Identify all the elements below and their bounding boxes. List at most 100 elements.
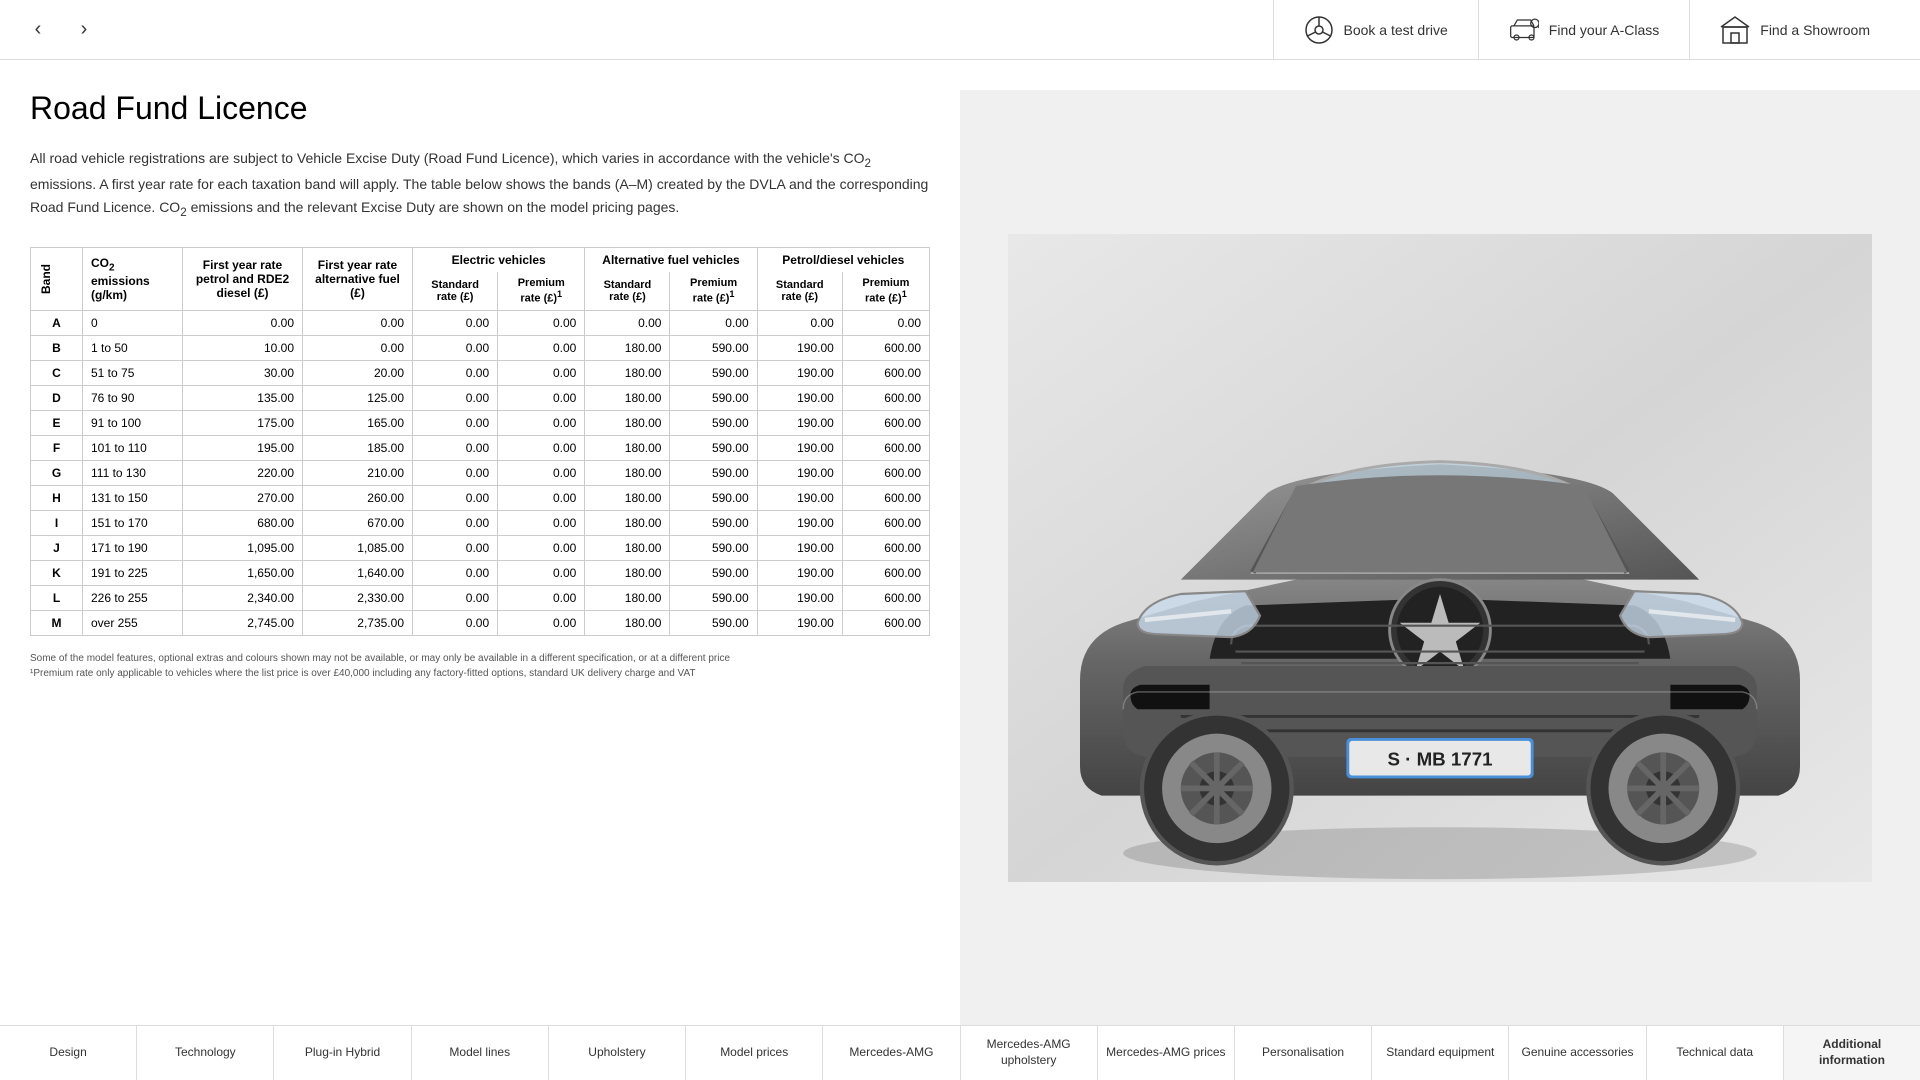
- petrol-diesel-group-header: Petrol/diesel vehicles: [757, 248, 929, 273]
- ev-std-cell: 0.00: [413, 410, 498, 435]
- pd-std-cell: 190.00: [757, 535, 842, 560]
- band-cell: A: [31, 310, 83, 335]
- content-left: Road Fund Licence All road vehicle regis…: [0, 90, 960, 1025]
- bottom-nav-item-mercedes-amg[interactable]: Mercedes-AMG: [823, 1026, 960, 1080]
- next-arrow[interactable]: ›: [66, 12, 102, 48]
- band-cell: B: [31, 335, 83, 360]
- petrol-cell: 135.00: [183, 385, 303, 410]
- afv-prem-cell: 590.00: [670, 535, 757, 560]
- bottom-nav-item-model-prices[interactable]: Model prices: [686, 1026, 823, 1080]
- bottom-nav-item-personalisation[interactable]: Personalisation: [1235, 1026, 1372, 1080]
- car-image: S · MB 1771: [1008, 234, 1872, 882]
- bottom-nav-item-upholstery[interactable]: Upholstery: [549, 1026, 686, 1080]
- table-row: K 191 to 225 1,650.00 1,640.00 0.00 0.00…: [31, 560, 930, 585]
- bottom-nav-item-mercedes-amg-prices[interactable]: Mercedes-AMG prices: [1098, 1026, 1235, 1080]
- ev-prem-cell: 0.00: [498, 585, 585, 610]
- ev-prem-cell: 0.00: [498, 385, 585, 410]
- petrol-cell: 1,095.00: [183, 535, 303, 560]
- bottom-nav-item-design[interactable]: Design: [0, 1026, 137, 1080]
- bottom-nav: DesignTechnologyPlug-in HybridModel line…: [0, 1025, 1920, 1080]
- table-row: D 76 to 90 135.00 125.00 0.00 0.00 180.0…: [31, 385, 930, 410]
- bottom-nav-item-model-lines[interactable]: Model lines: [412, 1026, 549, 1080]
- afv-prem-cell: 590.00: [670, 485, 757, 510]
- petrol-cell: 195.00: [183, 435, 303, 460]
- ev-prem-cell: 0.00: [498, 435, 585, 460]
- bottom-nav-item-additional-information[interactable]: Additional information: [1784, 1026, 1920, 1080]
- pd-std-cell: 190.00: [757, 460, 842, 485]
- bottom-nav-item-technology[interactable]: Technology: [137, 1026, 274, 1080]
- band-cell: L: [31, 585, 83, 610]
- petrol-cell: 10.00: [183, 335, 303, 360]
- co2-cell: over 255: [83, 610, 183, 635]
- ev-prem-cell: 0.00: [498, 485, 585, 510]
- afv-prem-cell: 590.00: [670, 560, 757, 585]
- pd-prem-cell: 600.00: [842, 360, 929, 385]
- co2-cell: 101 to 110: [83, 435, 183, 460]
- afv-std-cell: 180.00: [585, 535, 670, 560]
- afv-prem-cell: 590.00: [670, 585, 757, 610]
- afv-std-cell: 180.00: [585, 510, 670, 535]
- band-cell: J: [31, 535, 83, 560]
- pd-prem-cell: 600.00: [842, 410, 929, 435]
- table-row: J 171 to 190 1,095.00 1,085.00 0.00 0.00…: [31, 535, 930, 560]
- pd-std-cell: 0.00: [757, 310, 842, 335]
- find-showroom-btn[interactable]: Find a Showroom: [1689, 0, 1900, 60]
- bottom-nav-item-plug-in-hybrid[interactable]: Plug-in Hybrid: [274, 1026, 411, 1080]
- co2-cell: 0: [83, 310, 183, 335]
- rfl-table: Band CO2 emissions (g/km) First year rat…: [30, 247, 930, 636]
- co2-cell: 131 to 150: [83, 485, 183, 510]
- alt-fuel-cell: 260.00: [303, 485, 413, 510]
- ev-std-cell: 0.00: [413, 485, 498, 510]
- content-right: S · MB 1771: [960, 90, 1920, 1025]
- table-row: E 91 to 100 175.00 165.00 0.00 0.00 180.…: [31, 410, 930, 435]
- afv-std-cell: 180.00: [585, 410, 670, 435]
- header-actions: Book a test drive Find your A-Class Find…: [1273, 0, 1900, 60]
- ev-prem-cell: 0.00: [498, 335, 585, 360]
- bottom-nav-item-standard-equipment[interactable]: Standard equipment: [1372, 1026, 1509, 1080]
- ev-std-cell: 0.00: [413, 585, 498, 610]
- ev-std-cell: 0.00: [413, 335, 498, 360]
- pd-std-cell: 190.00: [757, 335, 842, 360]
- prev-arrow[interactable]: ‹: [20, 12, 56, 48]
- afv-std-cell: 180.00: [585, 360, 670, 385]
- pd-prem-cell: 600.00: [842, 385, 929, 410]
- alt-fuel-cell: 0.00: [303, 310, 413, 335]
- alt-fuel-cell: 1,085.00: [303, 535, 413, 560]
- pd-std-cell: 190.00: [757, 385, 842, 410]
- table-row: B 1 to 50 10.00 0.00 0.00 0.00 180.00 59…: [31, 335, 930, 360]
- petrol-cell: 0.00: [183, 310, 303, 335]
- co2-cell: 111 to 130: [83, 460, 183, 485]
- ev-prem-cell: 0.00: [498, 610, 585, 635]
- bottom-nav-item-technical-data[interactable]: Technical data: [1647, 1026, 1784, 1080]
- band-cell: K: [31, 560, 83, 585]
- bottom-nav-item-genuine-accessories[interactable]: Genuine accessories: [1509, 1026, 1646, 1080]
- table-row: F 101 to 110 195.00 185.00 0.00 0.00 180…: [31, 435, 930, 460]
- find-showroom-label: Find a Showroom: [1760, 22, 1870, 38]
- desc-part1: All road vehicle registrations are subje…: [30, 150, 865, 166]
- bottom-nav-item-mercedes-amg-upholstery[interactable]: Mercedes-AMG upholstery: [961, 1026, 1098, 1080]
- svg-text:S · MB 1771: S · MB 1771: [1387, 748, 1492, 769]
- ev-std-cell: 0.00: [413, 310, 498, 335]
- ev-std-cell: 0.00: [413, 535, 498, 560]
- alt-fuel-cell: 125.00: [303, 385, 413, 410]
- pd-standard-header: Standard rate (£): [757, 272, 842, 310]
- pd-std-cell: 190.00: [757, 585, 842, 610]
- pd-std-cell: 190.00: [757, 510, 842, 535]
- electric-group-header: Electric vehicles: [413, 248, 585, 273]
- first-year-alt-header: First year rate alternative fuel (£): [303, 248, 413, 311]
- alt-fuel-cell: 2,735.00: [303, 610, 413, 635]
- table-row: C 51 to 75 30.00 20.00 0.00 0.00 180.00 …: [31, 360, 930, 385]
- find-a-class-btn[interactable]: Find your A-Class: [1478, 0, 1689, 60]
- alt-fuel-group-header: Alternative fuel vehicles: [585, 248, 757, 273]
- petrol-cell: 1,650.00: [183, 560, 303, 585]
- alt-fuel-cell: 1,640.00: [303, 560, 413, 585]
- petrol-cell: 680.00: [183, 510, 303, 535]
- ev-std-cell: 0.00: [413, 510, 498, 535]
- table-row: G 111 to 130 220.00 210.00 0.00 0.00 180…: [31, 460, 930, 485]
- band-cell: F: [31, 435, 83, 460]
- ev-prem-cell: 0.00: [498, 510, 585, 535]
- band-header-text: Band: [39, 264, 74, 294]
- afv-std-cell: 180.00: [585, 460, 670, 485]
- ev-prem-cell: 0.00: [498, 360, 585, 385]
- book-test-drive-btn[interactable]: Book a test drive: [1273, 0, 1478, 60]
